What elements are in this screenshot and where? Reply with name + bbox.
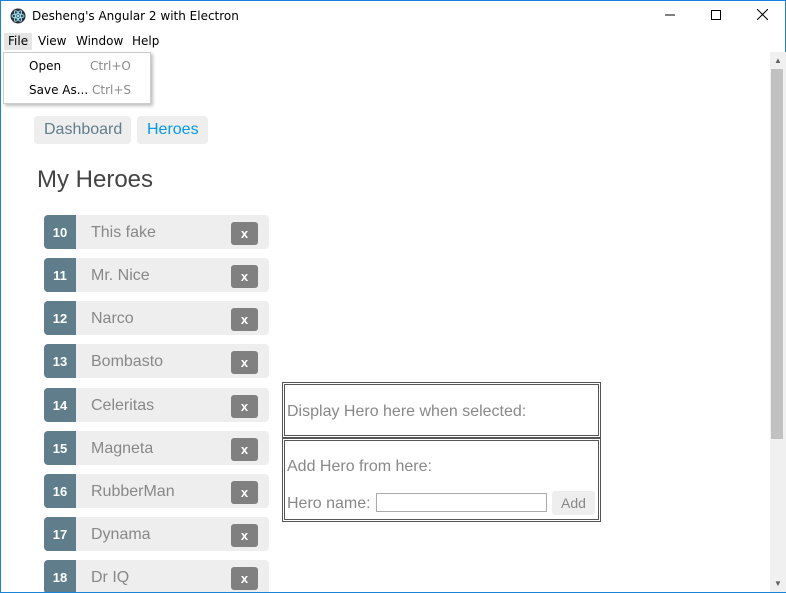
page-title: My Heroes — [37, 166, 154, 193]
hero-id-badge: 17 — [44, 517, 76, 551]
hero-item[interactable]: 18 Dr IQ x — [44, 560, 269, 592]
hero-name: Celeritas — [91, 397, 155, 414]
app-window: Desheng's Angular 2 with Electron File V… — [0, 0, 786, 593]
hero-name: Bombasto — [91, 353, 164, 370]
menu-help[interactable]: Help — [128, 33, 163, 50]
hero-name: RubberMan — [91, 483, 175, 500]
scroll-down-icon[interactable]: ▼ — [770, 575, 786, 592]
hero-id-badge: 15 — [44, 431, 76, 465]
hero-id-badge: 14 — [44, 388, 76, 422]
hero-detail-text: Display Hero here when selected: — [287, 403, 527, 420]
title-bar: Desheng's Angular 2 with Electron — [1, 1, 785, 31]
delete-hero-button[interactable]: x — [231, 265, 258, 288]
electron-icon — [10, 8, 26, 24]
delete-hero-button[interactable]: x — [231, 438, 258, 461]
vertical-scrollbar[interactable]: ▲ ▼ — [770, 52, 786, 592]
scroll-up-icon[interactable]: ▲ — [770, 52, 786, 69]
hero-item[interactable]: 12 Narco x — [44, 301, 269, 335]
hero-item[interactable]: 14 Celeritas x — [44, 388, 269, 422]
hero-id-badge: 10 — [44, 215, 76, 249]
menu-item-label: Open — [29, 59, 62, 73]
hero-id-badge: 16 — [44, 474, 76, 508]
delete-hero-button[interactable]: x — [231, 567, 258, 590]
hero-id-badge: 18 — [44, 560, 76, 592]
menu-item-shortcut: Ctrl+S — [92, 83, 132, 97]
hero-name: Magneta — [91, 440, 154, 457]
maximize-button[interactable] — [693, 1, 739, 31]
minimize-button[interactable] — [647, 1, 693, 31]
hero-name-label: Hero name: — [287, 495, 371, 512]
hero-detail-panel: Display Hero here when selected: — [282, 382, 601, 438]
hero-id-badge: 12 — [44, 301, 76, 335]
delete-hero-button[interactable]: x — [231, 222, 258, 245]
maximize-icon — [711, 7, 721, 25]
menu-item-save-as[interactable]: Save As... Ctrl+S — [4, 78, 150, 102]
hero-item[interactable]: 15 Magneta x — [44, 431, 269, 465]
hero-item[interactable]: 10 This fake x — [44, 215, 269, 249]
delete-hero-button[interactable]: x — [231, 395, 258, 418]
menu-file[interactable]: File — [4, 33, 33, 50]
menu-bar: File View Window Help — [1, 31, 785, 52]
close-button[interactable] — [739, 1, 785, 31]
hero-item[interactable]: 11 Mr. Nice x — [44, 258, 269, 292]
add-hero-title: Add Hero from here: — [287, 458, 432, 475]
hero-name: This fake — [91, 224, 156, 241]
hero-name: Dr IQ — [91, 569, 130, 586]
hero-name: Narco — [91, 310, 134, 327]
hero-name: Mr. Nice — [91, 267, 150, 284]
hero-name: Dynama — [91, 526, 151, 543]
menu-view[interactable]: View — [34, 33, 70, 50]
hero-name-input[interactable] — [376, 493, 547, 512]
scroll-thumb[interactable] — [771, 69, 783, 439]
file-menu-dropdown: Open Ctrl+O Save As... Ctrl+S — [3, 52, 151, 104]
hero-item[interactable]: 16 RubberMan x — [44, 474, 269, 508]
add-hero-panel: Add Hero from here: Hero name: Add — [282, 438, 601, 522]
hero-id-badge: 11 — [44, 258, 76, 292]
hero-item[interactable]: 17 Dynama x — [44, 517, 269, 551]
delete-hero-button[interactable]: x — [231, 308, 258, 331]
delete-hero-button[interactable]: x — [231, 481, 258, 504]
add-hero-button[interactable]: Add — [552, 491, 595, 515]
close-icon — [756, 7, 768, 25]
menu-window[interactable]: Window — [72, 33, 127, 50]
menu-item-label: Save As... — [29, 83, 89, 97]
minimize-icon — [665, 7, 675, 25]
nav-heroes[interactable]: Heroes — [137, 116, 208, 144]
delete-hero-button[interactable]: x — [231, 524, 258, 547]
menu-item-open[interactable]: Open Ctrl+O — [4, 54, 150, 78]
hero-id-badge: 13 — [44, 344, 76, 378]
app-content: es Dashboard Heroes My Heroes 10 This fa… — [1, 52, 770, 592]
delete-hero-button[interactable]: x — [231, 351, 258, 374]
window-title: Desheng's Angular 2 with Electron — [32, 9, 239, 23]
nav-dashboard[interactable]: Dashboard — [34, 116, 131, 144]
menu-item-shortcut: Ctrl+O — [90, 59, 131, 73]
hero-item[interactable]: 13 Bombasto x — [44, 344, 269, 378]
